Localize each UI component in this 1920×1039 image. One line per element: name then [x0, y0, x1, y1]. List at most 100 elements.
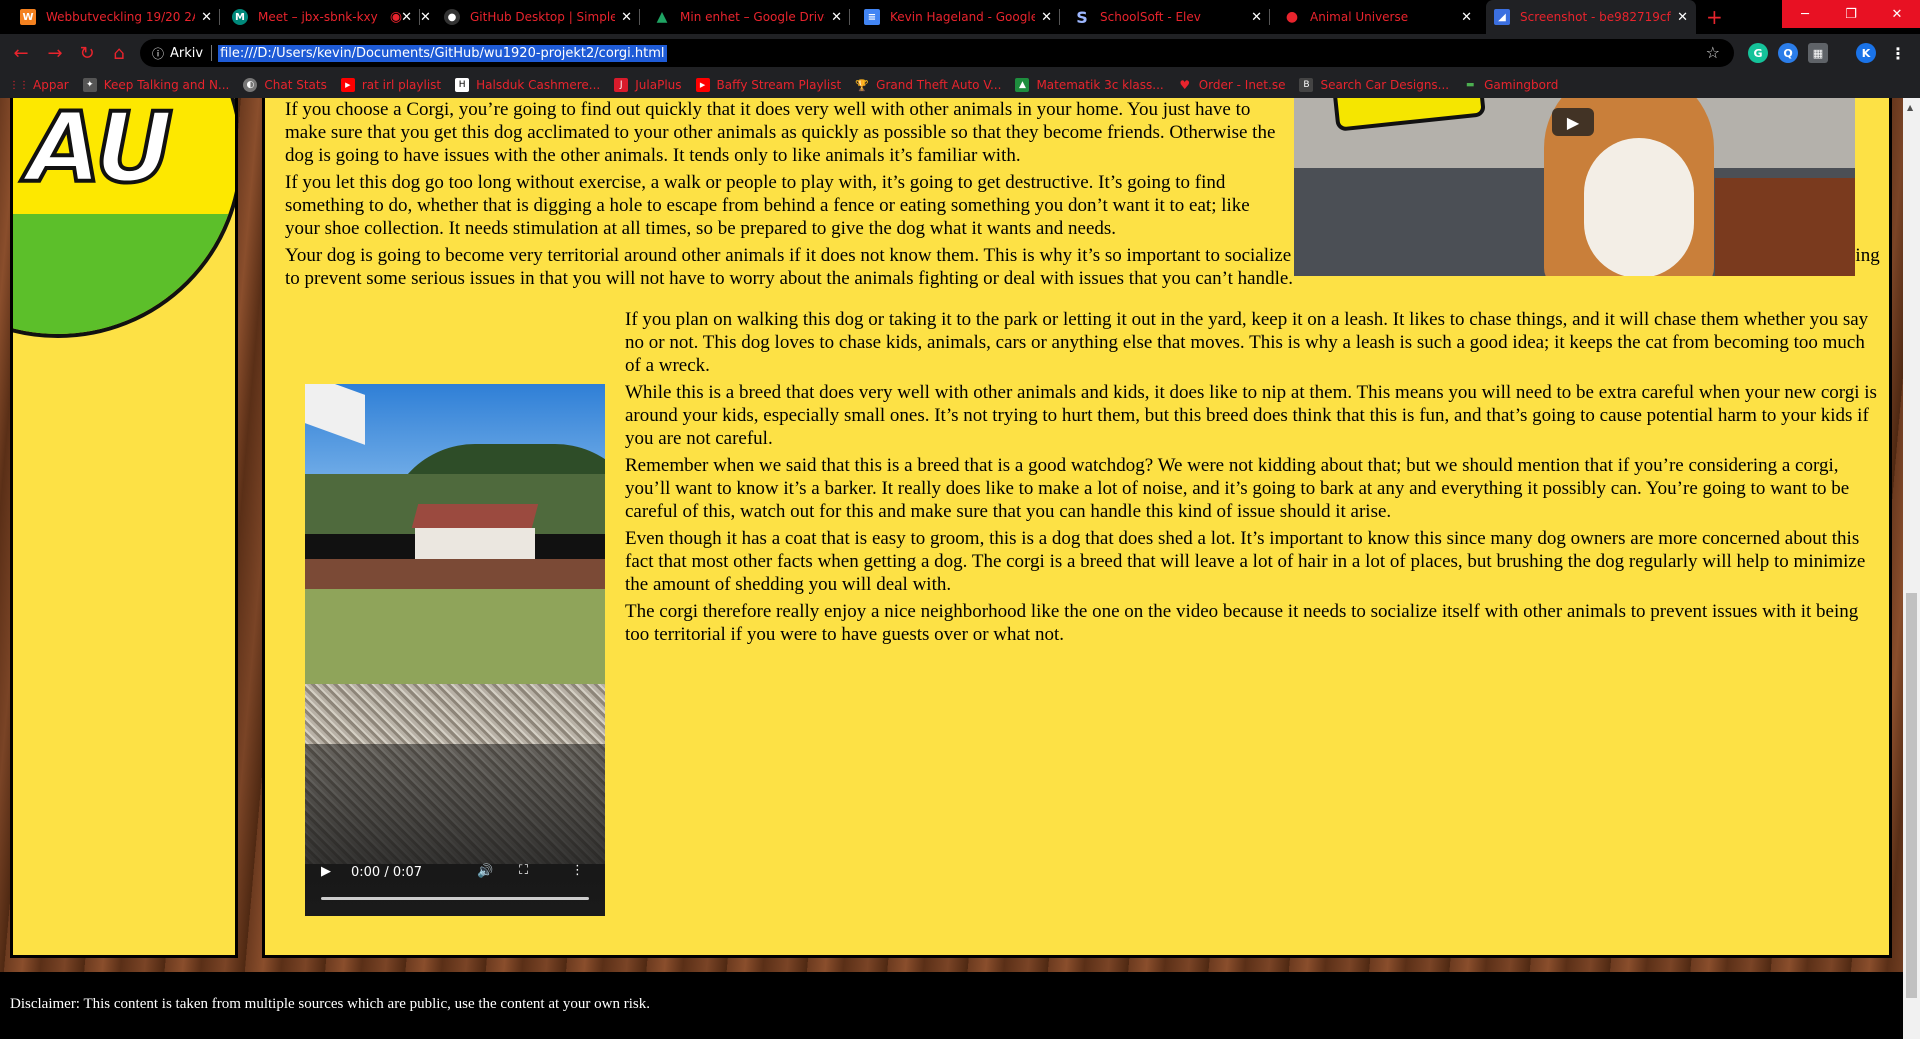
tab-webbutveckling[interactable]: W Webbutveckling 19/20 2A ✕ [12, 0, 220, 34]
bookmark-apps[interactable]: ⋮⋮ Appar [9, 78, 69, 92]
address-url[interactable]: file:///D:/Users/kevin/Documents/GitHub/… [218, 44, 667, 62]
drive-icon: ▲ [656, 9, 668, 25]
docs-icon: ≡ [864, 9, 880, 25]
bookmarks-bar: ⋮⋮ Appar ✦ Keep Talking and N... ◐ Chat Sta… [0, 72, 1920, 98]
bookmark-baffy-playlist[interactable]: ▶ Baffy Stream Playlist [695, 78, 842, 92]
tab-title: Min enhet – Google Drive [680, 10, 826, 24]
youtube-icon: ▶ [695, 78, 710, 92]
bookmark-matematik[interactable]: ▲ Matematik 3c klass... [1015, 78, 1164, 92]
close-tab-icon[interactable]: ✕ [1461, 10, 1472, 25]
play-icon[interactable]: ▶ [321, 864, 331, 879]
bookmark-rat-irl-playlist[interactable]: ▶ rat irl playlist [340, 78, 442, 92]
apps-grid-icon: ⋮⋮ [9, 79, 29, 91]
bookmark-inet[interactable]: ♥ Order - Inet.se [1178, 78, 1285, 92]
close-tab-icon[interactable]: ✕ [420, 10, 431, 25]
disclaimer-text: Disclaimer: This content is taken from m… [10, 996, 650, 1012]
animal-universe-logo[interactable]: AU [13, 98, 235, 338]
bookmark-star-icon[interactable]: ☆ [1706, 43, 1720, 62]
bookmark-label: Grand Theft Auto V... [876, 78, 1002, 92]
github-icon: ● [444, 9, 460, 25]
paragraph-7: Even though it has a coat that is easy t… [625, 528, 1866, 595]
tab-google-drive[interactable]: ▲ Min enhet – Google Drive ✕ [646, 0, 850, 34]
video-time-display: 0:00 / 0:07 [351, 865, 423, 880]
forward-button[interactable]: → [40, 34, 70, 72]
bookmark-label: Matematik 3c klass... [1036, 78, 1164, 92]
paragraph-4: If you plan on walking this dog or takin… [625, 309, 1869, 376]
extensions-puzzle-icon[interactable]: ▦ [1808, 43, 1828, 63]
back-button[interactable]: ← [6, 34, 36, 72]
corgi-video-player[interactable]: ▶ [1294, 98, 1855, 276]
page-viewport: AU If you choose a Corgi, you’re going t… [0, 98, 1920, 1039]
reload-button[interactable]: ↻ [72, 34, 102, 72]
bookmark-halsduk[interactable]: H Halsduk Cashmere... [455, 78, 600, 92]
meet-icon: M [232, 9, 248, 25]
tab-schoolsoft[interactable]: S SchoolSoft - Elev ✕ [1066, 0, 1270, 34]
bookmark-label: Baffy Stream Playlist [716, 78, 842, 92]
scrollbar-thumb[interactable] [1906, 593, 1917, 998]
address-origin-label: Arkiv [170, 45, 204, 61]
tab-title: Webbutveckling 19/20 2A [46, 10, 196, 24]
bookmark-favicon-icon: ▬ [1465, 80, 1475, 90]
neighborhood-video-player[interactable]: ▶ 0:00 / 0:07 🔊 ⛶ ⋮ [305, 384, 605, 916]
close-tab-icon[interactable]: ✕ [1677, 10, 1688, 25]
address-bar[interactable]: ⓘ Arkiv file:///D:/Users/kevin/Documents… [140, 39, 1734, 67]
restore-button[interactable]: ❐ [1828, 0, 1874, 28]
tab-strip: W Webbutveckling 19/20 2A ✕ M Meet – jbx… [0, 0, 1920, 34]
tab-title: GitHub Desktop | Simple co [470, 10, 616, 24]
profile-avatar[interactable]: K [1856, 43, 1876, 63]
tab-github-desktop[interactable]: ● GitHub Desktop | Simple co ✕ [436, 0, 640, 34]
home-button[interactable]: ⌂ [104, 34, 134, 72]
bookmark-favicon-icon: ✦ [82, 78, 97, 92]
inet-icon: ♥ [1179, 78, 1191, 92]
site-info-icon[interactable]: ⓘ [152, 45, 164, 62]
tab-screenshot[interactable]: ◢ Screenshot - be982719cf0 ✕ [1486, 0, 1696, 34]
paragraph-1: If you choose a Corgi, you’re going to f… [285, 99, 1276, 166]
close-tab-icon[interactable]: ✕ [201, 10, 212, 25]
paragraph-6: Remember when we said that this is a bre… [625, 455, 1850, 522]
page-favicon-icon: ● [1285, 9, 1299, 25]
bookmark-favicon-icon: H [455, 78, 470, 92]
bookmark-car-designs[interactable]: B Search Car Designs... [1299, 78, 1449, 92]
bookmark-label: Search Car Designs... [1320, 78, 1450, 92]
close-tab-icon[interactable]: ✕ [831, 10, 842, 25]
extension-search-icon[interactable]: Q [1778, 43, 1798, 63]
minimize-button[interactable]: ─ [1782, 0, 1828, 28]
tab-recording[interactable]: ◉ ✕ [380, 0, 431, 34]
browser-menu-icon[interactable]: ⋮ [1888, 43, 1908, 63]
classroom-icon: ▲ [1015, 78, 1030, 92]
logo-text: AU [25, 98, 175, 206]
close-tab-icon[interactable]: ✕ [1041, 10, 1052, 25]
record-icon: ◉ [389, 9, 403, 25]
vertical-scrollbar[interactable]: ▲ [1903, 98, 1920, 1039]
browser-toolbar: ← → ↻ ⌂ ⓘ Arkiv file:///D:/Users/kevin/D… [0, 34, 1920, 72]
bookmark-keep-talking[interactable]: ✦ Keep Talking and N... [82, 78, 229, 92]
grammarly-icon[interactable]: G [1748, 43, 1768, 63]
tab-animal-universe[interactable]: ● Animal Universe ✕ [1276, 0, 1480, 34]
bookmark-label: rat irl playlist [361, 78, 442, 92]
grass-graphic [13, 214, 235, 334]
tab-title: Meet – jbx-sbnk-kxy [258, 10, 378, 24]
fullscreen-icon[interactable]: ⛶ [519, 863, 528, 878]
video-controls: ▶ 0:00 / 0:07 🔊 ⛶ ⋮ [305, 846, 605, 916]
video-progress-bar[interactable] [321, 897, 589, 900]
bookmark-chat-stats[interactable]: ◐ Chat Stats [243, 78, 327, 92]
tab-title: Animal Universe [1310, 10, 1409, 24]
close-window-button[interactable]: ✕ [1874, 0, 1920, 28]
bookmark-gta-v[interactable]: 🏆 Grand Theft Auto V... [855, 78, 1001, 92]
scroll-up-icon[interactable]: ▲ [1907, 103, 1913, 112]
page-footer: Disclaimer: This content is taken from m… [0, 972, 1903, 1039]
close-tab-icon[interactable]: ✕ [1251, 10, 1262, 25]
more-options-icon[interactable]: ⋮ [571, 863, 584, 878]
close-tab-icon[interactable]: ✕ [621, 10, 632, 25]
paragraph-8: The corgi therefore really enjoy a nice … [625, 601, 1859, 645]
bookmark-gamingbord[interactable]: ▬ Gamingbord [1463, 78, 1558, 92]
volume-icon[interactable]: 🔊 [477, 864, 493, 879]
bookmark-julaplus[interactable]: J JulaPlus [614, 78, 682, 92]
tab-title: Screenshot - be982719cf0 [1520, 10, 1672, 24]
tab-google-docs[interactable]: ≡ Kevin Hageland - Google D ✕ [856, 0, 1060, 34]
new-tab-button[interactable]: + [1706, 5, 1723, 29]
schoolsoft-icon: S [1076, 7, 1088, 27]
bookmark-label: JulaPlus [635, 78, 682, 92]
paragraph-5: While this is a breed that does very wel… [625, 382, 1877, 449]
play-icon[interactable]: ▶ [1552, 108, 1594, 136]
